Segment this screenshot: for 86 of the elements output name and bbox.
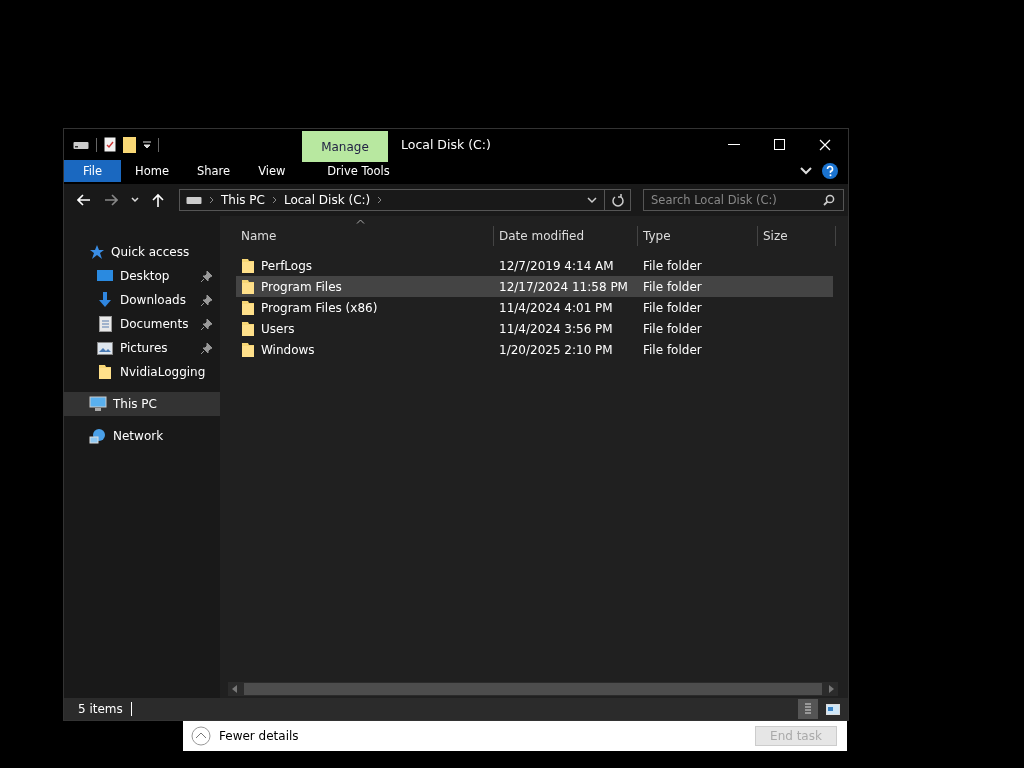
scroll-left-icon[interactable] (232, 685, 238, 693)
column-header[interactable]: Size (758, 226, 836, 246)
collapse-icon[interactable] (191, 726, 211, 746)
recent-locations-icon[interactable] (131, 197, 139, 203)
search-field[interactable]: Search Local Disk (C:) (643, 189, 844, 211)
sidebar-item[interactable]: NvidiaLogging (64, 360, 220, 384)
computer-icon (89, 396, 107, 412)
sidebar-item[interactable]: This PC (64, 392, 220, 416)
horizontal-scrollbar[interactable] (228, 682, 838, 696)
sidebar-item[interactable]: Desktop (64, 264, 220, 288)
sidebar-item[interactable]: Network (64, 424, 220, 448)
network-icon (89, 427, 107, 445)
table-cell: File folder (643, 342, 702, 357)
folder-icon (241, 341, 255, 358)
document-icon (98, 316, 112, 332)
table-cell: File folder (643, 279, 702, 294)
table-cell: 11/4/2024 3:56 PM (499, 321, 613, 336)
file-tab[interactable]: File (64, 160, 121, 182)
properties-icon[interactable] (104, 137, 116, 152)
address-bar[interactable]: This PC Local Disk (C:) (179, 189, 631, 211)
back-icon[interactable] (77, 194, 91, 206)
close-icon[interactable] (819, 138, 831, 151)
file-row[interactable]: PerfLogs 12/7/2019 4:14 AM File folder (236, 255, 833, 276)
table-cell: 1/20/2025 2:10 PM (499, 342, 613, 357)
breadcrumb[interactable]: Local Disk (C:) (283, 193, 371, 207)
file-name: Windows (261, 342, 315, 357)
chevron-down-icon[interactable] (587, 196, 597, 204)
refresh-icon[interactable] (612, 193, 624, 207)
new-folder-icon[interactable] (123, 136, 136, 153)
column-header[interactable]: Name (236, 226, 494, 246)
table-cell: File folder (643, 300, 702, 315)
forward-icon[interactable] (104, 194, 118, 206)
chevron-right-icon (377, 196, 383, 204)
desktop-icon (97, 269, 113, 283)
folder-icon (98, 364, 112, 380)
folder-icon (241, 320, 255, 337)
details-view-icon[interactable] (798, 699, 818, 719)
table-cell: 11/4/2024 4:01 PM (499, 300, 613, 315)
sidebar-item[interactable]: Pictures (64, 336, 220, 360)
customize-icon[interactable] (143, 139, 151, 150)
pictures-icon (97, 341, 113, 355)
drive-icon[interactable] (73, 139, 89, 150)
ribbon-tab[interactable]: Share (182, 160, 245, 182)
sort-ascending-icon (356, 219, 365, 224)
download-icon (97, 292, 113, 308)
sidebar-item[interactable]: Quick access (64, 240, 220, 264)
large-icons-view-icon[interactable] (826, 703, 840, 715)
help-icon[interactable] (822, 163, 838, 179)
folder-icon (241, 278, 255, 295)
file-name: Program Files (x86) (261, 300, 378, 315)
column-header[interactable]: Date modified (494, 226, 638, 246)
sidebar-item[interactable]: Documents (64, 312, 220, 336)
file-name: PerfLogs (261, 258, 313, 273)
table-cell: File folder (643, 321, 702, 336)
table-cell: File folder (643, 258, 702, 273)
ribbon-tab[interactable]: View (244, 160, 300, 182)
minimize-icon[interactable] (728, 143, 740, 146)
file-row[interactable]: Program Files 12/17/2024 11:58 PM File folder (236, 276, 833, 297)
chevron-right-icon (271, 196, 277, 204)
scrollbar-thumb[interactable] (244, 683, 822, 695)
sidebar-item[interactable]: Downloads (64, 288, 220, 312)
file-row[interactable]: Windows 1/20/2025 2:10 PM File folder (236, 339, 833, 360)
window-title: Local Disk (C:) (401, 137, 491, 152)
file-row[interactable]: Users 11/4/2024 3:56 PM File folder (236, 318, 833, 339)
scroll-right-icon[interactable] (828, 685, 834, 693)
file-name: Users (261, 321, 295, 336)
ribbon-tab[interactable]: Drive Tools (315, 160, 402, 182)
up-icon[interactable] (152, 193, 164, 207)
ribbon-tab[interactable]: Home (121, 160, 183, 182)
folder-icon (241, 257, 255, 274)
details-toggle-link[interactable]: Fewer details (219, 729, 299, 743)
chevron-right-icon (209, 196, 214, 204)
search-icon (823, 194, 835, 206)
table-cell: 12/17/2024 11:58 PM (499, 279, 628, 294)
file-name: Program Files (261, 279, 342, 294)
file-row[interactable]: Program Files (x86) 11/4/2024 4:01 PM File folder (236, 297, 833, 318)
drive-icon (186, 195, 202, 205)
breadcrumb[interactable]: This PC (221, 193, 265, 207)
contextual-tab-header[interactable]: Manage (302, 131, 388, 162)
folder-icon (241, 299, 255, 316)
chevron-down-icon[interactable] (800, 167, 812, 175)
item-count: 5 items (78, 702, 123, 716)
table-cell: 12/7/2019 4:14 AM (499, 258, 614, 273)
column-header[interactable]: Type (638, 226, 758, 246)
star-icon (89, 244, 105, 260)
maximize-icon[interactable] (774, 139, 785, 150)
